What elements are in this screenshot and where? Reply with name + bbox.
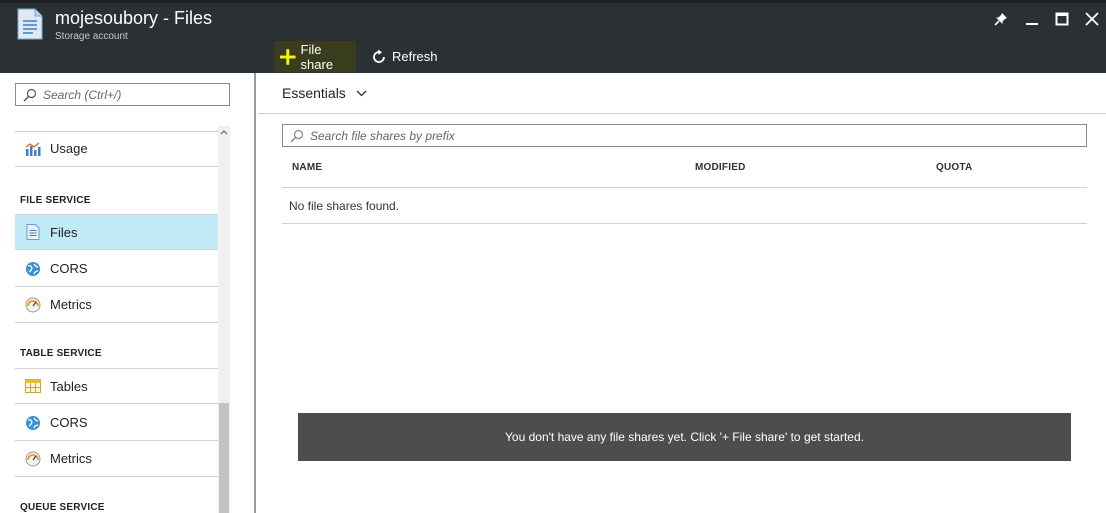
document-icon (17, 8, 43, 40)
chevron-up-icon (220, 130, 228, 135)
minimize-button[interactable] (1021, 8, 1043, 30)
menu-item-table-metrics[interactable]: Metrics (15, 441, 218, 477)
essentials-divider (258, 113, 1106, 114)
menu-scrollbar[interactable] (218, 126, 230, 513)
minimize-icon (1026, 23, 1038, 25)
usage-icon (24, 140, 42, 158)
maximize-icon (1055, 12, 1069, 26)
files-icon (24, 223, 42, 241)
menu-item-tables[interactable]: Tables (15, 368, 218, 404)
add-file-share-label: File share (300, 41, 334, 72)
empty-table-message: No file shares found. (289, 199, 400, 213)
menu-item-file-cors[interactable]: CORS (15, 251, 218, 287)
menu-search-input[interactable] (43, 87, 223, 102)
section-table-service: TABLE SERVICE (20, 348, 102, 359)
close-icon (1085, 12, 1099, 26)
menu-item-label: Files (50, 224, 78, 240)
column-header-name[interactable]: NAME (292, 162, 322, 173)
scroll-thumb[interactable] (219, 403, 229, 513)
tables-icon (24, 377, 42, 395)
menu-item-label: CORS (50, 415, 88, 430)
search-icon (23, 88, 37, 101)
pin-button[interactable] (990, 8, 1012, 30)
essentials-label: Essentials (282, 85, 346, 101)
menu-item-label: Metrics (50, 297, 92, 312)
cors-icon (24, 260, 42, 278)
table-header-divider (282, 187, 1087, 188)
file-share-search-box[interactable] (282, 124, 1087, 147)
menu-search-box[interactable] (15, 83, 230, 106)
metrics-icon (24, 450, 42, 468)
file-share-search-input[interactable] (310, 128, 1070, 143)
menu-item-table-cors[interactable]: CORS (15, 405, 218, 441)
menu-item-usage[interactable]: Usage (15, 131, 218, 167)
essentials-toggle[interactable]: Essentials (282, 85, 367, 101)
blade-title: mojesoubory - Files (55, 8, 213, 28)
search-icon (290, 129, 304, 142)
refresh-label: Refresh (392, 49, 438, 64)
menu-item-label: Tables (50, 378, 88, 394)
refresh-button[interactable]: Refresh (371, 41, 438, 72)
table-row-divider (282, 223, 1087, 224)
plus-icon (280, 48, 296, 65)
metrics-icon (24, 296, 42, 314)
cors-icon (24, 414, 42, 432)
resource-menu: Usage FILE SERVICE Files (0, 73, 256, 513)
blade-subtitle: Storage account (55, 31, 128, 42)
column-header-quota[interactable]: QUOTA (936, 162, 972, 173)
column-header-modified[interactable]: MODIFIED (695, 162, 746, 173)
chevron-down-icon (356, 90, 367, 96)
menu-item-files[interactable]: Files (15, 214, 218, 250)
add-file-share-button[interactable]: File share (274, 41, 356, 72)
scroll-up-button[interactable] (218, 126, 230, 138)
close-button[interactable] (1081, 8, 1103, 30)
pin-icon (994, 13, 1007, 26)
header-top-line (0, 0, 1106, 3)
blade-header: mojesoubory - Files Storage account File… (0, 0, 1106, 73)
section-queue-service: QUEUE SERVICE (20, 502, 105, 513)
files-content: Essentials NAME MODIFIED QUOTA No file s… (258, 73, 1106, 513)
refresh-icon (373, 49, 385, 63)
empty-state-banner: You don't have any file shares yet. Clic… (298, 413, 1071, 461)
menu-item-label: Usage (50, 141, 88, 156)
maximize-button[interactable] (1051, 8, 1073, 30)
storage-files-blade: mojesoubory - Files Storage account File… (0, 0, 1106, 513)
menu-item-file-metrics[interactable]: Metrics (15, 287, 218, 323)
menu-item-label: CORS (50, 261, 88, 276)
menu-item-label: Metrics (50, 451, 92, 466)
section-file-service: FILE SERVICE (20, 195, 91, 206)
